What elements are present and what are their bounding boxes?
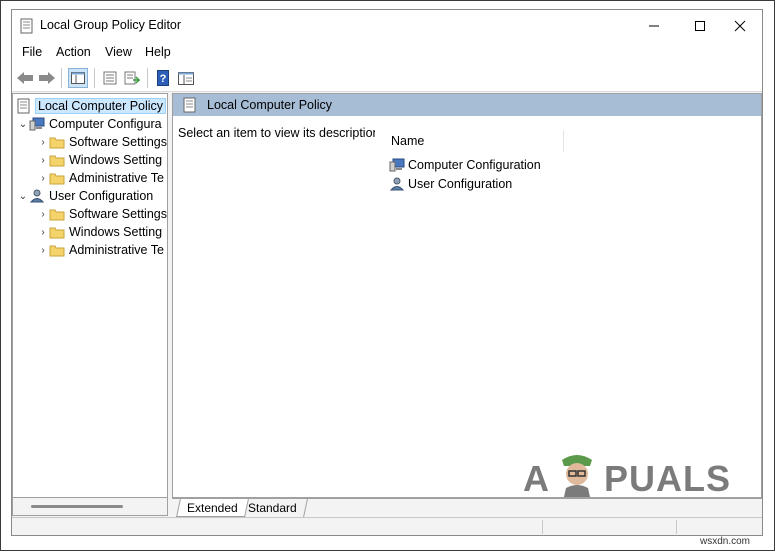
tree-item-windows-settings[interactable]: › Windows Setting bbox=[37, 151, 162, 169]
list-item-computer-configuration[interactable]: Computer Configuration bbox=[389, 156, 541, 174]
export-list-button[interactable] bbox=[122, 68, 142, 88]
title-bar: Local Group Policy Editor bbox=[12, 10, 762, 42]
maximize-icon bbox=[695, 21, 705, 31]
watermark-mascot-icon bbox=[562, 455, 592, 497]
chevron-right-icon[interactable]: › bbox=[37, 241, 49, 259]
tree-item-label: Windows Setting bbox=[69, 153, 163, 167]
back-arrow-icon bbox=[17, 72, 33, 84]
user-icon bbox=[29, 189, 45, 203]
status-separator bbox=[676, 520, 677, 534]
folder-icon bbox=[49, 245, 65, 256]
menu-view[interactable]: View bbox=[105, 45, 132, 59]
details-header-title: Local Computer Policy bbox=[207, 98, 333, 112]
tree-item-user-configuration[interactable]: ⌄ User Configuration bbox=[17, 187, 153, 205]
menu-action[interactable]: Action bbox=[56, 45, 91, 59]
toolbar-separator bbox=[147, 68, 148, 88]
chevron-right-icon[interactable]: › bbox=[37, 151, 49, 169]
user-icon bbox=[389, 177, 405, 191]
menu-help[interactable]: Help bbox=[145, 45, 171, 59]
tree-item-label: Windows Setting bbox=[69, 225, 163, 239]
close-button[interactable] bbox=[717, 10, 763, 42]
tab-label: Standard bbox=[248, 501, 297, 515]
menu-file[interactable]: File bbox=[22, 45, 42, 59]
extended-view-button[interactable] bbox=[176, 68, 196, 88]
details-pane: Local Computer Policy Select an item to … bbox=[172, 93, 762, 498]
show-hide-tree-icon bbox=[71, 72, 85, 84]
toolbar: ? bbox=[12, 64, 762, 92]
tree-item-label: Software Settings bbox=[69, 207, 167, 221]
items-list: Name Computer Configuration User Configu… bbox=[375, 116, 761, 497]
minimize-button[interactable] bbox=[631, 10, 677, 42]
tree-item-software-settings[interactable]: › Software Settings bbox=[37, 133, 167, 151]
folder-icon bbox=[49, 173, 65, 184]
help-icon: ? bbox=[157, 70, 169, 86]
tab-standard[interactable]: Standard bbox=[238, 499, 308, 517]
menu-bar: File Action View Help bbox=[12, 42, 762, 64]
folder-icon bbox=[49, 227, 65, 238]
tree-item-label: Computer Configura bbox=[49, 117, 162, 131]
list-item-label: User Configuration bbox=[408, 177, 513, 191]
forward-arrow-icon bbox=[39, 72, 55, 84]
svg-text:?: ? bbox=[160, 73, 167, 85]
tree-horizontal-scrollbar[interactable] bbox=[12, 498, 168, 516]
forward-button[interactable] bbox=[37, 68, 57, 88]
toolbar-separator bbox=[94, 68, 95, 88]
watermark-text-b: PUALS bbox=[604, 458, 732, 498]
details-header: Local Computer Policy bbox=[173, 94, 761, 116]
toolbar-separator bbox=[61, 68, 62, 88]
scrollbar-thumb[interactable] bbox=[31, 505, 123, 508]
tree-item-administrative-templates[interactable]: › Administrative Te bbox=[37, 169, 164, 187]
folder-icon bbox=[49, 209, 65, 220]
folder-icon bbox=[49, 137, 65, 148]
chevron-right-icon[interactable]: › bbox=[37, 169, 49, 187]
tree-item-computer-configuration[interactable]: ⌄ Computer Configura bbox=[17, 115, 162, 133]
list-item-user-configuration[interactable]: User Configuration bbox=[389, 175, 512, 193]
status-bar bbox=[12, 517, 762, 535]
export-list-icon bbox=[124, 71, 140, 85]
tree-item-label: Software Settings bbox=[69, 135, 167, 149]
back-button[interactable] bbox=[15, 68, 35, 88]
app-window: Local Group Policy Editor File Action Vi… bbox=[11, 9, 763, 536]
chevron-right-icon[interactable]: › bbox=[37, 223, 49, 241]
close-icon bbox=[734, 20, 746, 32]
description-text: Select an item to view its description. bbox=[178, 126, 383, 140]
policy-document-icon bbox=[183, 97, 196, 113]
show-hide-tree-button[interactable] bbox=[68, 68, 88, 88]
tree-item-administrative-templates[interactable]: › Administrative Te bbox=[37, 241, 164, 259]
site-watermark: wsxdn.com bbox=[700, 536, 751, 547]
policy-document-icon bbox=[20, 18, 33, 34]
chevron-right-icon[interactable]: › bbox=[37, 133, 49, 151]
properties-button[interactable] bbox=[100, 68, 120, 88]
tree-pane: Local Computer Policy ⌄ Computer Configu… bbox=[12, 93, 168, 498]
tree-item-label: User Configuration bbox=[49, 189, 154, 203]
properties-icon bbox=[103, 71, 117, 85]
folder-icon bbox=[49, 155, 65, 166]
chevron-down-icon[interactable]: ⌄ bbox=[17, 187, 29, 205]
tree-item-local-computer-policy[interactable]: Local Computer Policy bbox=[17, 97, 167, 115]
policy-document-icon bbox=[17, 98, 30, 114]
extended-view-icon bbox=[178, 71, 194, 85]
help-button[interactable]: ? bbox=[153, 68, 173, 88]
tree-item-label: Administrative Te bbox=[69, 171, 164, 185]
watermark-text-a: A bbox=[523, 458, 550, 498]
minimize-icon bbox=[649, 25, 659, 27]
tree-item-software-settings[interactable]: › Software Settings bbox=[37, 205, 167, 223]
view-tabs: Extended Standard bbox=[172, 498, 762, 517]
chevron-right-icon[interactable]: › bbox=[37, 205, 49, 223]
tree-item-windows-settings[interactable]: › Windows Setting bbox=[37, 223, 162, 241]
column-header-name[interactable]: Name bbox=[391, 134, 424, 148]
status-separator bbox=[542, 520, 543, 534]
tree-item-label: Administrative Te bbox=[69, 243, 164, 257]
computer-icon bbox=[389, 158, 405, 172]
chevron-down-icon[interactable]: ⌄ bbox=[17, 115, 29, 133]
column-divider[interactable] bbox=[563, 130, 564, 152]
tree-item-label: Local Computer Policy bbox=[35, 98, 167, 114]
appuals-watermark: A PUALS bbox=[523, 452, 732, 498]
list-item-label: Computer Configuration bbox=[408, 158, 541, 172]
window-title: Local Group Policy Editor bbox=[40, 18, 182, 32]
tab-label: Extended bbox=[187, 501, 238, 515]
computer-icon bbox=[29, 117, 45, 131]
